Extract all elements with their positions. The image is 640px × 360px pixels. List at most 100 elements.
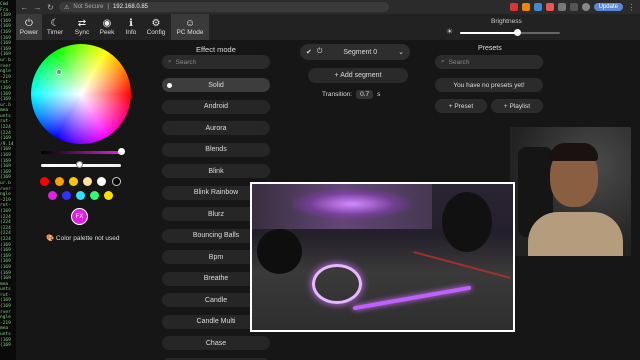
add-preset-button[interactable]: + Preset [435,99,487,113]
effect-label: Blink [208,167,224,175]
nav-sync[interactable]: ⇄ Sync [69,14,95,40]
saturation-handle[interactable] [118,148,125,155]
segment-header[interactable]: ✔ ⏻ Segment 0 ⌄ [300,44,410,60]
effect-label: Breathe [203,275,229,282]
check-icon[interactable]: ✔ [306,48,312,56]
extension-icon[interactable] [533,3,542,11]
color-swatch[interactable] [55,177,64,186]
search-icon: ⌕ [441,58,445,65]
address-bar[interactable]: ⚠ Not Secure | 192.168.0.85 [59,2,389,12]
color-swatch[interactable] [104,191,113,200]
nav-label: Info [125,29,137,36]
forward-icon[interactable]: → [33,3,42,12]
effect-label: Candle Multi [196,318,236,325]
saturation-slider[interactable] [41,151,121,154]
power-icon: ⏻ [25,18,33,29]
effect-item[interactable]: Blends [162,142,270,157]
color-wheel-handle[interactable] [56,69,62,75]
profile-avatar[interactable] [581,3,590,11]
nav-power[interactable]: ⏻ Power [16,14,42,40]
power-icon[interactable]: ⏻ [317,48,323,56]
segment-title: Segment 0 [343,48,378,56]
extension-icon[interactable] [521,3,530,11]
palette-icon: 🎨 [46,235,55,242]
sun-icon: ☀ [446,27,454,36]
chevron-down-icon[interactable]: ⌄ [398,48,404,56]
empty-presets-message: You have no presets yet! [435,78,543,92]
sync-icon: ⇄ [77,18,87,29]
effect-label: Chase [205,339,227,347]
add-segment-button[interactable]: + Add segment [308,68,408,83]
color-swatch[interactable] [112,177,121,186]
info-icon: ℹ [129,18,133,29]
selected-dot-icon [167,82,172,88]
transition-input[interactable]: 0.7 [356,90,374,99]
person-hoodie [528,212,623,256]
color-swatch[interactable] [69,177,78,186]
fx-button[interactable]: FX [71,208,88,225]
update-button[interactable]: Update [593,3,623,11]
gear-icon: ⚙ [151,18,161,29]
nav-info[interactable]: ℹ Info [118,14,144,40]
extension-icon[interactable] [569,3,578,11]
brightness-fill [460,32,517,34]
palette-note: 🎨 Color palette not used [46,234,120,242]
effect-item[interactable]: Chase [162,336,270,350]
extension-icon[interactable] [509,3,518,11]
effect-item[interactable]: Blink [162,164,270,178]
color-swatch[interactable] [48,191,57,200]
effect-label: Solid [208,81,224,89]
extension-icon[interactable] [545,3,554,11]
person-hair [550,143,598,161]
led-strip-coil [312,264,362,304]
effect-item[interactable]: Solid [162,78,270,92]
presets-title: Presets [478,45,502,52]
effect-label: Blends [205,146,227,153]
effect-label: Blurz [208,210,224,218]
white-handle[interactable] [76,161,83,168]
add-playlist-button[interactable]: + Playlist [491,99,543,113]
nav-timer[interactable]: ☾ Timer [42,14,68,40]
brightness-slider[interactable] [460,32,560,34]
color-swatch[interactable] [62,191,71,200]
effect-item[interactable]: Android [162,99,270,114]
nav-peek[interactable]: ◉ Peek [94,14,120,40]
warning-icon: ⚠ [64,4,70,11]
led-strip-video [250,182,515,332]
transition-row: Transition: 0.7 s [322,90,380,99]
terminal-strip: Cmd Fra (169 {169 {169 {169 {169 {169 {169 {169 ur… [0,0,16,360]
color-swatch[interactable] [97,177,106,186]
color-swatch[interactable] [83,177,92,186]
effect-label: Aurora [205,124,227,132]
transition-label: Transition: [322,91,353,98]
top-nav: ⏻ Power ☾ Timer ⇄ Sync ◉ Peek ℹ Info ⚙ C… [16,14,640,40]
screen: Cmd Fra (169 {169 {169 {169 {169 {169 {169 {169 ur… [0,0,640,360]
separator: | [107,4,109,10]
extension-icon[interactable] [557,3,566,11]
moon-icon: ☾ [50,18,60,29]
effect-search-input[interactable]: ⌕ Search [162,55,270,69]
color-swatch[interactable] [40,177,49,186]
reload-icon[interactable]: ↻ [46,3,55,12]
color-swatch[interactable] [90,191,99,200]
preset-search-placeholder: Search [448,58,470,66]
nav-pc-mode[interactable]: ☺ PC Mode [171,14,209,40]
effect-item[interactable]: Aurora [162,121,270,135]
nav-label: Power [19,29,39,36]
palette-note-text: Color palette not used [55,235,120,242]
back-icon[interactable]: ← [20,3,29,12]
nav-label: PC Mode [176,29,204,36]
eye-icon: ◉ [102,18,112,29]
color-wheel[interactable] [31,44,131,144]
purple-glow [292,189,412,219]
color-swatch[interactable] [76,191,85,200]
menu-icon[interactable]: ⋮ [627,3,636,12]
brightness-handle[interactable] [513,29,521,36]
browser-toolbar: ← → ↻ ⚠ Not Secure | 192.168.0.85 Update… [16,0,640,14]
preset-search-input[interactable]: ⌕ Search [435,55,543,69]
transition-unit: s [377,91,381,98]
nav-label: Config [146,29,166,36]
speaker [442,192,492,252]
nav-config[interactable]: ⚙ Config [143,14,169,40]
effect-label: Candle [204,296,228,304]
